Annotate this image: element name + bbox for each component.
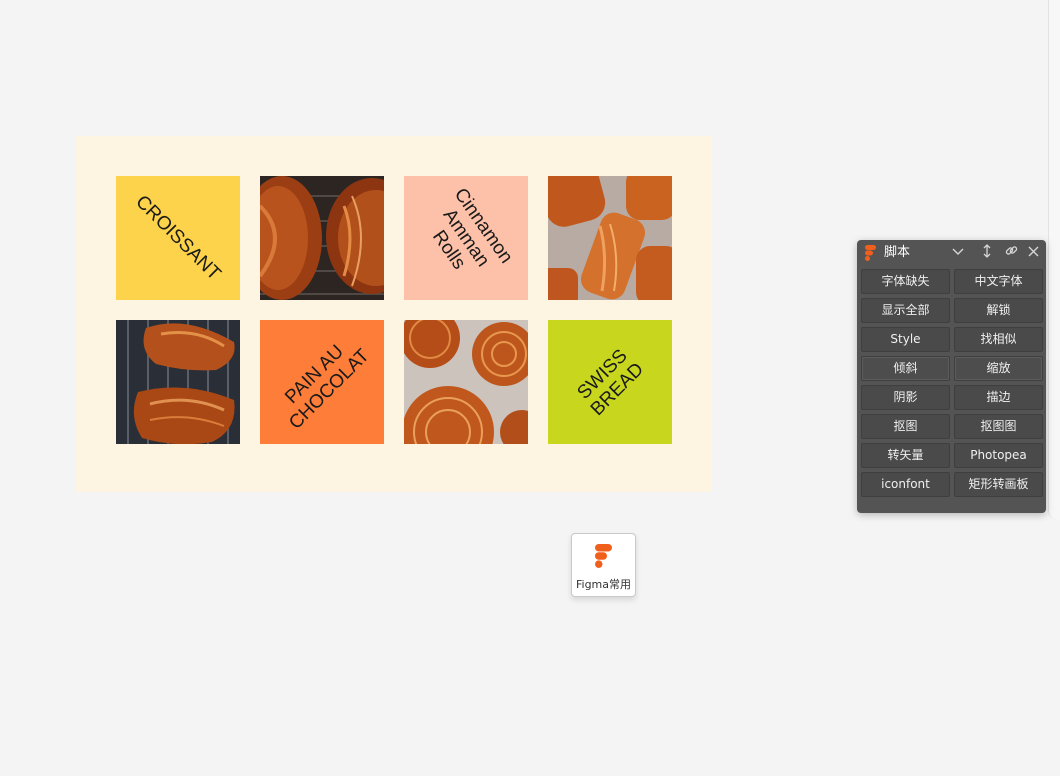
shortcut-label: Figma常用 (575, 578, 632, 591)
panel-header[interactable]: 脚本 (857, 240, 1046, 266)
vectorize-button[interactable]: 转矢量 (861, 443, 950, 468)
tile-croissant-text[interactable]: CROISSANT (116, 176, 240, 300)
script-panel[interactable]: 脚本 字体缺失 中文字体 显示全部 解锁 Style 找相似 倾斜 缩放 阴影 … (857, 240, 1046, 513)
pastry-photo-image (404, 320, 528, 444)
tile-swiss-bread-text[interactable]: SWISS BREAD (548, 320, 672, 444)
missing-fonts-button[interactable]: 字体缺失 (861, 269, 950, 294)
tile-pain-au-chocolat-text[interactable]: PAIN AU CHOCOLAT (260, 320, 384, 444)
tile-rolls-photo[interactable] (548, 176, 672, 300)
show-all-button[interactable]: 显示全部 (861, 298, 950, 323)
tile-cinnamon-rolls-text[interactable]: Cinnamon Amman Rolls (404, 176, 528, 300)
figma-logo-icon (595, 544, 612, 568)
close-icon[interactable] (1024, 244, 1042, 262)
rect-to-frame-button[interactable]: 矩形转画板 (954, 472, 1043, 497)
tile-pain-au-chocolat-photo[interactable] (260, 176, 384, 300)
tile-label: SWISS BREAD (573, 345, 648, 420)
figma-shortcut-tile[interactable]: Figma常用 (571, 533, 636, 597)
chevron-down-icon[interactable] (949, 244, 967, 262)
style-button[interactable]: Style (861, 327, 950, 352)
tile-label: Cinnamon Amman Rolls (428, 184, 517, 274)
link-icon[interactable] (1002, 244, 1020, 262)
photopea-button[interactable]: Photopea (954, 443, 1043, 468)
tile-label: PAIN AU CHOCOLAT (281, 341, 374, 434)
scale-button[interactable]: 缩放 (954, 356, 1043, 381)
artboard[interactable]: CROISSANT Cinnamon Amman Rolls PAIN AU C… (76, 136, 712, 492)
chinese-fonts-button[interactable]: 中文字体 (954, 269, 1043, 294)
cutout-button[interactable]: 抠图 (861, 414, 950, 439)
find-similar-button[interactable]: 找相似 (954, 327, 1043, 352)
resize-vertical-icon[interactable] (978, 244, 996, 262)
pastry-photo-image (116, 320, 240, 444)
pastry-photo-image (548, 176, 672, 300)
tile-croissant-photo[interactable] (116, 320, 240, 444)
stroke-button[interactable]: 描边 (954, 385, 1043, 410)
pastry-photo-image (260, 176, 384, 300)
cutout-image-button[interactable]: 抠图图 (954, 414, 1043, 439)
skew-button[interactable]: 倾斜 (861, 356, 950, 381)
tile-label: CROISSANT (131, 191, 225, 285)
tile-swiss-bread-photo[interactable] (404, 320, 528, 444)
unlock-button[interactable]: 解锁 (954, 298, 1043, 323)
shadow-button[interactable]: 阴影 (861, 385, 950, 410)
panel-title: 脚本 (884, 245, 911, 260)
figma-logo-icon (865, 245, 876, 261)
right-window-edge (1048, 0, 1060, 520)
iconfont-button[interactable]: iconfont (861, 472, 950, 497)
